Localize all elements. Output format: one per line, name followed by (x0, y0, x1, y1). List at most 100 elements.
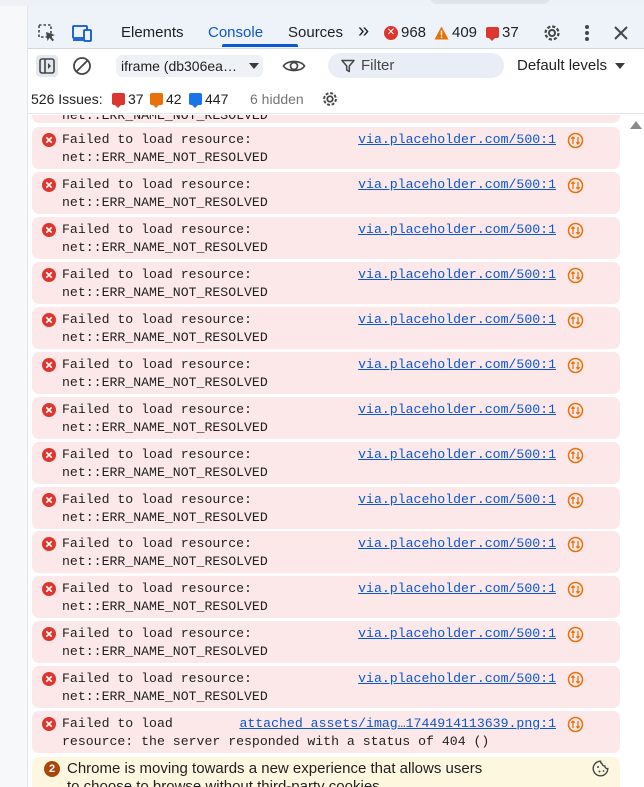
chevron-down-icon (249, 63, 259, 69)
left-sidebar-edge (0, 6, 28, 787)
request-history-icon[interactable] (567, 536, 584, 557)
issues-warnings-link[interactable]: 42 (150, 91, 182, 108)
console-error-message[interactable]: Failed to load resource: net::ERR_NAME_N… (32, 352, 620, 394)
source-link[interactable]: via.placeholder.com/500:1 (358, 312, 556, 327)
request-history-icon[interactable] (567, 626, 584, 647)
console-error-message-404[interactable]: Failed to load resource: the server resp… (32, 711, 620, 753)
issues-errors-link[interactable]: 37 (112, 91, 144, 108)
message-text-line2: net::ERR_NAME_NOT_RESOLVED (62, 375, 268, 390)
console-error-message[interactable]: Failed to load resource: net::ERR_NAME_N… (32, 307, 620, 349)
source-link[interactable]: via.placeholder.com/500:1 (358, 671, 556, 686)
error-count[interactable]: ✕ 968 (384, 24, 426, 41)
request-history-icon[interactable] (567, 357, 584, 378)
message-text-line2: net::ERR_NAME_NOT_RESOLVED (62, 285, 268, 300)
console-error-message[interactable]: Failed to load resource: net::ERR_NAME_N… (32, 531, 620, 573)
console-error-message[interactable]: Failed to load resource: net::ERR_NAME_N… (32, 666, 620, 708)
issues-info-link[interactable]: 447 (189, 91, 228, 108)
console-error-message[interactable]: Failed to load resource: net::ERR_NAME_N… (32, 127, 620, 169)
error-icon (42, 582, 56, 600)
console-scrollbar[interactable] (628, 115, 644, 787)
inspect-element-icon[interactable] (36, 22, 58, 44)
sidebar-toggle-icon[interactable] (36, 55, 58, 77)
message-text-line1: Failed to load resource: (62, 357, 252, 372)
settings-gear-icon[interactable] (540, 21, 564, 45)
message-text-line1: Failed to load resource: (62, 671, 252, 686)
message-text-line2: resource: the server responded with a st… (62, 734, 490, 749)
request-history-icon[interactable] (567, 267, 584, 288)
issues-settings-gear-icon[interactable] (319, 88, 341, 110)
live-expression-eye-icon[interactable] (281, 54, 307, 78)
cookie-icon[interactable] (592, 760, 609, 781)
more-tabs-chevron-icon[interactable]: » (358, 20, 369, 43)
message-text-line1: Failed to load resource: (62, 581, 252, 596)
source-link[interactable]: via.placeholder.com/500:1 (358, 132, 556, 147)
request-history-icon[interactable] (567, 312, 584, 333)
error-icon (42, 627, 56, 645)
log-levels-label: Default levels (517, 57, 608, 74)
request-history-icon[interactable] (567, 447, 584, 468)
console-error-message[interactable]: Failed to load resource: net::ERR_NAME_N… (32, 262, 620, 304)
request-history-icon[interactable] (567, 671, 584, 692)
source-link[interactable]: via.placeholder.com/500:1 (358, 536, 556, 551)
console-error-message[interactable]: Failed to load resource: net::ERR_NAME_N… (32, 576, 620, 618)
error-icon (42, 178, 56, 196)
message-text-line2: net::ERR_NAME_NOT_RESOLVED (62, 554, 268, 569)
scroll-up-arrow-icon[interactable] (630, 121, 642, 129)
console-error-message[interactable]: Failed to load resource: net::ERR_NAME_N… (32, 217, 620, 259)
error-count-value: 968 (401, 24, 427, 41)
warning-count-value: 409 (452, 24, 478, 41)
message-text-line1: Failed to load resource: (62, 492, 252, 507)
request-history-icon[interactable] (567, 581, 584, 602)
more-options-icon[interactable] (578, 21, 596, 45)
request-history-icon[interactable] (567, 402, 584, 423)
message-text-line1: Failed to load resource: (62, 536, 252, 551)
source-link[interactable]: via.placeholder.com/500:1 (358, 177, 556, 192)
tab-console[interactable]: Console (208, 24, 263, 41)
console-error-message[interactable]: Failed to load resource: net::ERR_NAME_N… (32, 621, 620, 663)
request-history-icon[interactable] (567, 492, 584, 513)
source-link[interactable]: via.placeholder.com/500:1 (358, 402, 556, 417)
message-text-line2: net::ERR_NAME_NOT_RESOLVED (62, 240, 268, 255)
tab-sources[interactable]: Sources (288, 24, 343, 41)
message-text-line2: net::ERR_NAME_NOT_RESOLVED (62, 599, 268, 614)
error-icon (42, 403, 56, 421)
message-text-line1: Failed to load resource: (62, 447, 252, 462)
address-bar-edge (430, 0, 550, 4)
message-text-line1: Failed to load resource: (62, 222, 252, 237)
message-text-line1: Failed to load resource: (62, 177, 252, 192)
source-link[interactable]: via.placeholder.com/500:1 (358, 447, 556, 462)
error-icon (42, 672, 56, 690)
filter-input[interactable] (361, 53, 496, 78)
source-link[interactable]: via.placeholder.com/500:1 (358, 626, 556, 641)
request-history-icon[interactable] (567, 132, 584, 153)
message-text-line1: Failed to load (62, 716, 173, 731)
clear-console-icon[interactable] (71, 55, 93, 77)
error-icon (42, 717, 56, 735)
issues-count[interactable]: 37 (486, 24, 519, 41)
filter-box[interactable] (328, 53, 504, 78)
source-link[interactable]: via.placeholder.com/500:1 (358, 581, 556, 596)
cookie-warning-message[interactable]: 2 Chrome is moving towards a new experie… (32, 757, 620, 787)
console-error-message[interactable]: Failed to load resource: net::ERR_NAME_N… (32, 397, 620, 439)
console-error-message[interactable]: Failed to load resource: net::ERR_NAME_N… (32, 172, 620, 214)
device-toolbar-icon[interactable] (71, 22, 93, 44)
console-error-message-partial[interactable]: net::ERR_NAME_NOT_RESOLVED (32, 115, 620, 123)
request-history-icon[interactable] (567, 222, 584, 243)
console-error-message[interactable]: Failed to load resource: net::ERR_NAME_N… (32, 442, 620, 484)
error-icon (42, 223, 56, 241)
source-link[interactable]: via.placeholder.com/500:1 (358, 222, 556, 237)
source-link[interactable]: via.placeholder.com/500:1 (358, 357, 556, 372)
message-text-line2: net::ERR_NAME_NOT_RESOLVED (62, 115, 268, 123)
tab-elements[interactable]: Elements (121, 24, 184, 41)
message-text-line2: to choose to browse without third-party … (67, 778, 384, 787)
request-history-icon[interactable] (567, 716, 584, 737)
request-history-icon[interactable] (567, 177, 584, 198)
console-error-message[interactable]: Failed to load resource: net::ERR_NAME_N… (32, 487, 620, 529)
source-link[interactable]: attached_assets/imag…1744914113639.png:1 (239, 716, 556, 731)
warning-count[interactable]: 409 (434, 24, 477, 41)
source-link[interactable]: via.placeholder.com/500:1 (358, 492, 556, 507)
source-link[interactable]: via.placeholder.com/500:1 (358, 267, 556, 282)
context-select[interactable]: iframe (db306ea… (116, 55, 263, 77)
close-devtools-icon[interactable] (610, 22, 632, 44)
log-levels-dropdown[interactable]: Default levels (517, 57, 626, 74)
